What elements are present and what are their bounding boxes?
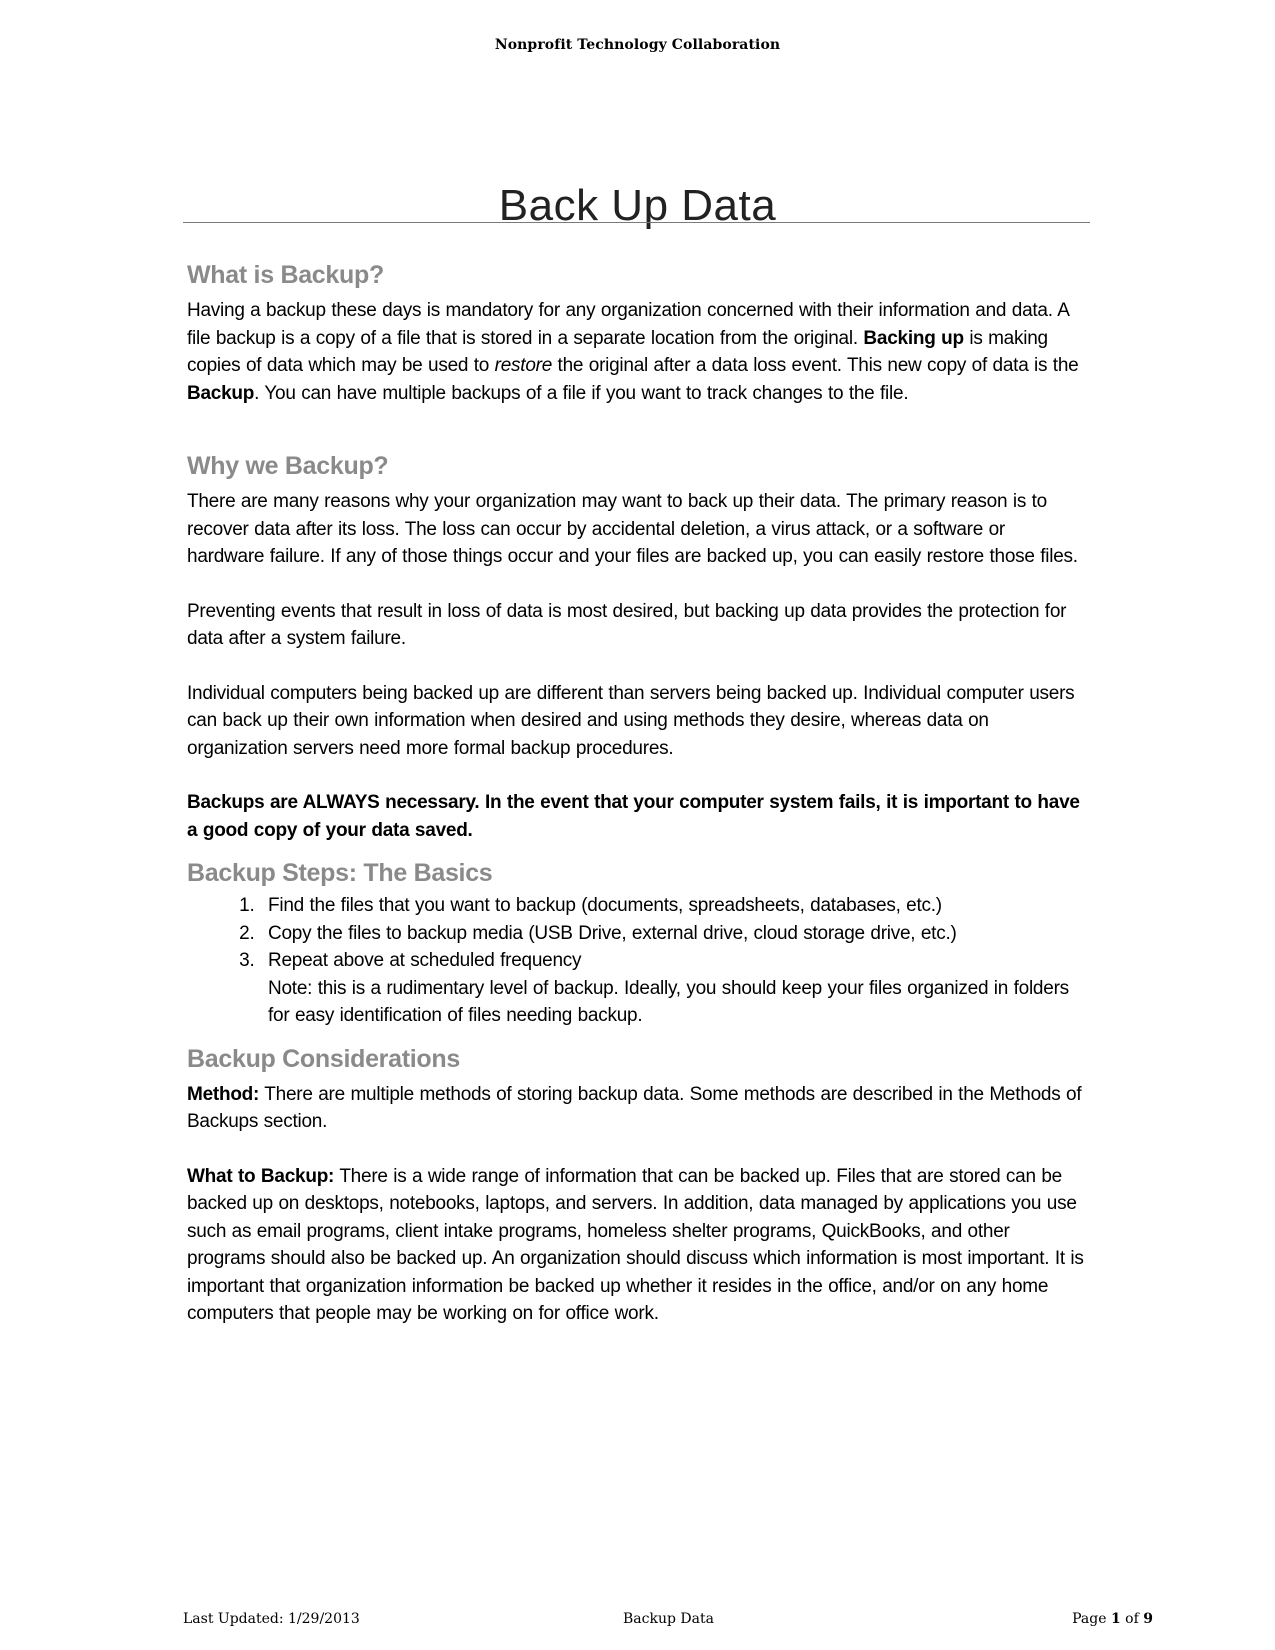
section-heading: What is Backup? — [187, 261, 384, 289]
text-run: . You can have multiple backups of a fil… — [254, 382, 909, 404]
steps-list: Find the files that you want to backup (… — [187, 892, 1087, 1030]
title-divider — [183, 222, 1090, 223]
section-backup-steps: Backup Steps: The Basics Find the files … — [187, 856, 1087, 1030]
italic-term: restore — [494, 355, 553, 376]
section-backup-considerations: Backup Considerations Method: There are … — [187, 1042, 1087, 1328]
text-run: the original after a data loss event. Th… — [552, 355, 1079, 376]
page-prefix: Page — [1072, 1611, 1111, 1627]
section-heading: Backup Considerations — [187, 1044, 460, 1073]
list-item: Copy the files to backup media (USB Driv… — [260, 920, 1087, 948]
list-item: Find the files that you want to backup (… — [260, 892, 1087, 920]
paragraph: Individual computers being backed up are… — [187, 682, 1075, 759]
term-label: What to Backup: — [187, 1165, 335, 1187]
bold-statement: Backups are ALWAYS necessary. In the eve… — [187, 792, 1080, 841]
paragraph: Preventing events that result in loss of… — [187, 600, 1067, 650]
current-page: 1 — [1110, 1611, 1121, 1627]
text-run: There are multiple methods of storing ba… — [187, 1083, 1082, 1133]
section-heading: Why we Backup? — [187, 452, 389, 480]
document-body: What is Backup? Having a backup these da… — [187, 258, 1087, 1328]
list-note: Note: this is a rudimentary level of bac… — [268, 977, 1069, 1027]
section-what-is-backup: What is Backup? Having a backup these da… — [187, 258, 1087, 407]
paragraph: Method: There are multiple methods of st… — [187, 1081, 1087, 1136]
footer-document-name: Backup Data — [623, 1611, 714, 1627]
paragraph: There are many reasons why your organiza… — [187, 491, 1078, 567]
list-item: Repeat above at scheduled frequency Note… — [260, 947, 1087, 1030]
running-header: Nonprofit Technology Collaboration — [494, 37, 781, 53]
page-number: Page 1 of 9 — [1072, 1611, 1153, 1627]
document-title: Back Up Data — [498, 181, 777, 231]
list-item-text: Repeat above at scheduled frequency — [268, 950, 582, 971]
bold-term: Backup — [187, 382, 255, 404]
text-run: There is a wide range of information tha… — [187, 1165, 1084, 1325]
emphasis-paragraph: Backups are ALWAYS necessary. In the eve… — [187, 789, 1087, 844]
last-updated: Last Updated: 1/29/2013 — [183, 1611, 360, 1627]
page-of: of — [1120, 1611, 1144, 1627]
document-page: Nonprofit Technology Collaboration Back … — [0, 0, 1275, 1650]
section-heading: Backup Steps: The Basics — [187, 859, 493, 887]
total-pages: 9 — [1143, 1611, 1153, 1627]
paragraph: Having a backup these days is mandatory … — [187, 297, 1087, 407]
paragraph: What to Backup: There is a wide range of… — [187, 1163, 1087, 1328]
bold-term: Backing up — [863, 327, 964, 349]
term-label: Method: — [187, 1083, 260, 1105]
section-why-backup: Why we Backup? There are many reasons wh… — [187, 449, 1087, 844]
